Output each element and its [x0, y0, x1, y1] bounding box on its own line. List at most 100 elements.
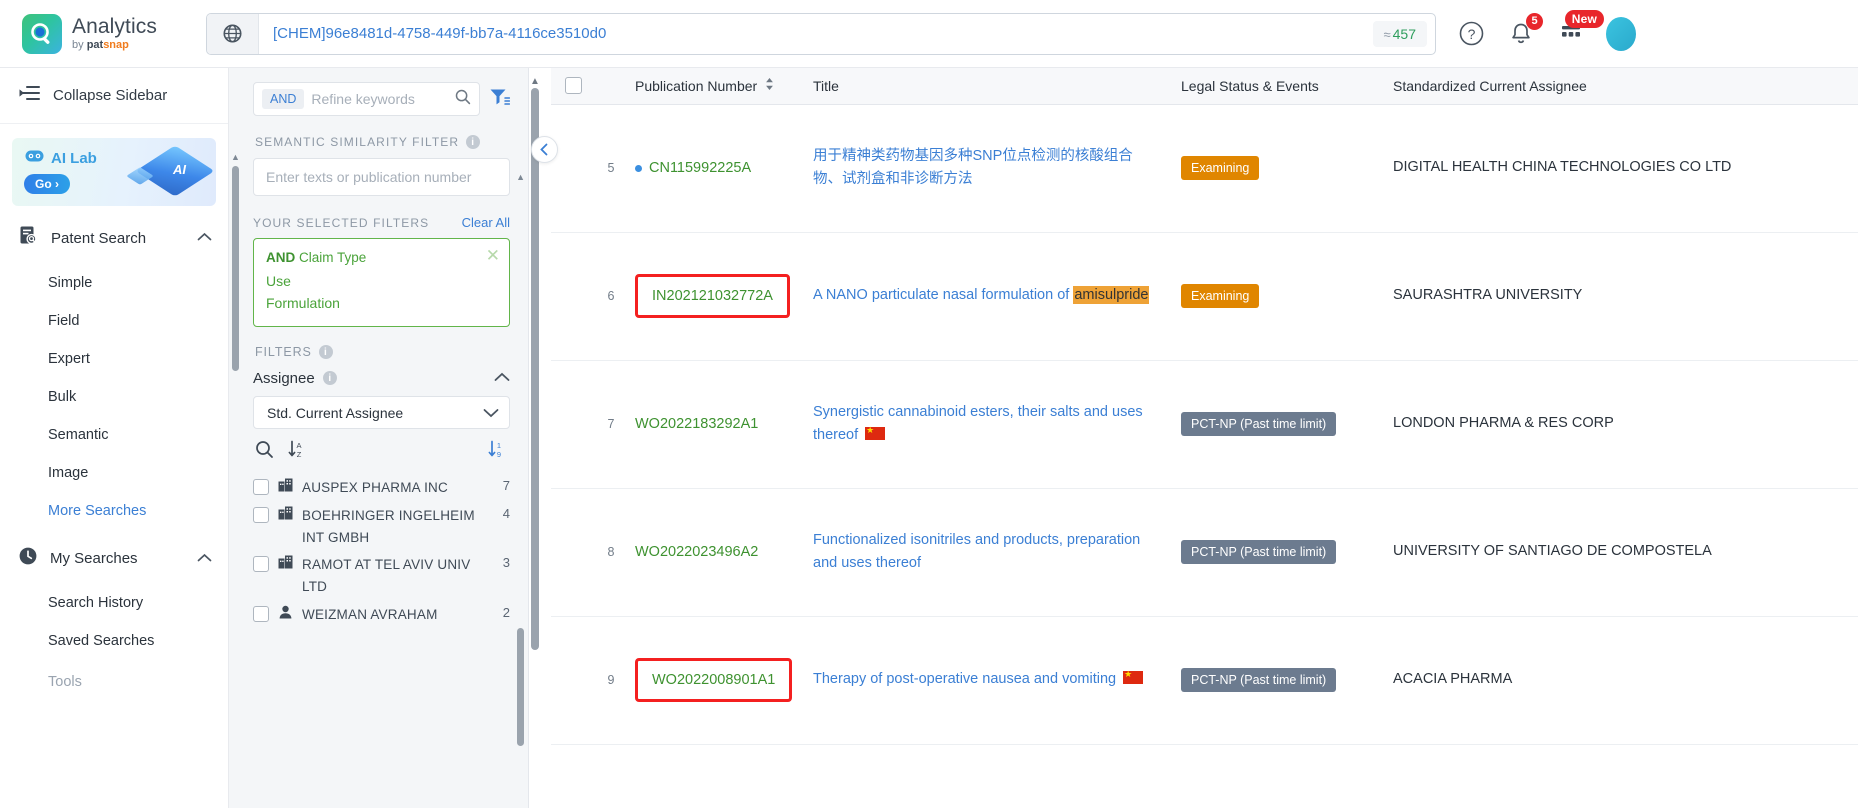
assignee-type-value: Std. Current Assignee: [267, 404, 404, 421]
clear-all-button[interactable]: Clear All: [462, 215, 510, 230]
facet-checkbox[interactable]: [253, 556, 269, 573]
info-icon[interactable]: i: [466, 135, 481, 149]
collapse-sidebar-button[interactable]: Collapse Sidebar: [0, 68, 228, 124]
title-link[interactable]: A NANO particulate nasal formulation of …: [813, 286, 1150, 305]
result-count-value: 457: [1392, 25, 1416, 42]
assignee-text: LONDON PHARMA & RES CORP: [1393, 415, 1614, 432]
row-legal-status-cell: PCT-NP (Past time limit): [1171, 488, 1383, 617]
sidebar-item-expert[interactable]: Expert: [0, 340, 228, 378]
assignee-type-select[interactable]: Std. Current Assignee: [253, 396, 510, 430]
facet-toolbar: A Z 1 9: [253, 429, 510, 474]
sidebar-item-tools-cutoff[interactable]: Tools: [0, 660, 228, 701]
facet-item[interactable]: RAMOT AT TEL AVIV UNIV LTD 3: [253, 551, 510, 601]
publication-number-link[interactable]: WO2022023496A2: [635, 544, 758, 560]
global-search-bar[interactable]: [CHEM]96e8481d-4758-449f-bb7a-4116ce3510…: [206, 12, 1436, 55]
title-link[interactable]: Therapy of post-operative nausea and vom…: [813, 668, 1144, 687]
scroll-up-arrow-icon[interactable]: ▲: [231, 152, 240, 162]
sidebar-item-image[interactable]: Image: [0, 454, 228, 492]
facet-search-icon[interactable]: [255, 440, 274, 464]
sort-toggle-icon[interactable]: [764, 77, 775, 94]
filters-panel-scroll-thumb[interactable]: [232, 166, 239, 371]
facet-checkbox[interactable]: [253, 479, 269, 496]
collapse-filters-handle[interactable]: [531, 136, 558, 163]
sidebar-group-my-searches[interactable]: My Searches: [0, 530, 228, 584]
publication-number-link[interactable]: WO2022008901A1: [652, 672, 775, 688]
facet-item[interactable]: WEIZMAN AVRAHAM 2: [253, 601, 510, 628]
sidebar-item-more-searches[interactable]: More Searches: [0, 492, 228, 530]
select-all-checkbox[interactable]: [565, 77, 582, 95]
table-scroll-thumb[interactable]: [531, 88, 539, 650]
row-title-cell: A NANO particulate nasal formulation of …: [803, 232, 1171, 361]
sidebar-item-field[interactable]: Field: [0, 302, 228, 340]
assignee-text: DIGITAL HEALTH CHINA TECHNOLOGIES CO LTD: [1393, 159, 1732, 176]
title-link[interactable]: Synergistic cannabinoid esters, their sa…: [813, 404, 1143, 443]
filters-panel-scroll-rail[interactable]: ▲: [229, 118, 242, 808]
publication-number-link[interactable]: WO2022183292A1: [635, 416, 758, 432]
table-row[interactable]: 9 WO2022008901A1 Therapy of post-operati…: [551, 616, 1858, 745]
grid-apps-icon[interactable]: New: [1556, 9, 1604, 49]
sidebar-item-saved-searches[interactable]: Saved Searches: [0, 622, 228, 660]
facet-item-count: 7: [502, 478, 510, 494]
facet-assignee-header[interactable]: Assignee i: [253, 369, 510, 387]
avatar[interactable]: [1606, 16, 1636, 51]
table-row[interactable]: 7 WO2022183292A1 Synergistic cannabinoid…: [551, 360, 1858, 489]
table-row[interactable]: 8 WO2022023496A2 Functionalized isonitri…: [551, 488, 1858, 617]
semantic-similarity-input[interactable]: Enter texts or publication number: [253, 158, 510, 196]
sort-numeric-icon[interactable]: 1 9: [488, 440, 508, 464]
company-icon: [278, 555, 293, 574]
publication-number-link[interactable]: CN115992225A: [635, 160, 751, 176]
facet-assignee-title: Assignee: [253, 369, 315, 387]
row-legal-status-cell: Examining: [1171, 104, 1383, 233]
table-row[interactable]: 5 CN115992225A 用于精神类药物基因多种SNP位点检测的核酸组合物、…: [551, 104, 1858, 233]
bell-icon[interactable]: 5: [1506, 12, 1543, 49]
patent-search-icon: [18, 225, 39, 251]
facet-checkbox[interactable]: [253, 506, 269, 523]
filter-funnel-icon[interactable]: [489, 87, 511, 111]
facet-checkbox[interactable]: [253, 605, 269, 622]
facet-item[interactable]: BOEHRINGER INGELHEIM INT GMBH 4: [253, 502, 510, 552]
title-link[interactable]: Functionalized isonitriles and products,…: [813, 532, 1140, 571]
sidebar-item-search-history[interactable]: Search History: [0, 584, 228, 622]
row-assignee-cell: UNIVERSITY OF SANTIAGO DE COMPOSTELA: [1383, 488, 1858, 617]
table-scrollbar[interactable]: ▲: [529, 68, 541, 808]
facet-scroll-up-arrow-icon[interactable]: ▲: [516, 172, 525, 182]
table-row[interactable]: 6 IN202121032772A A NANO particulate nas…: [551, 232, 1858, 361]
app-logo[interactable]: Analytics by patsnap: [22, 13, 192, 54]
remove-filter-icon[interactable]: ✕: [486, 247, 500, 264]
row-title-cell: Synergistic cannabinoid esters, their sa…: [803, 360, 1171, 489]
sidebar-item-semantic[interactable]: Semantic: [0, 416, 228, 454]
svg-text:?: ?: [1467, 26, 1475, 42]
globe-icon[interactable]: [207, 13, 259, 54]
row-publication-cell: CN115992225A: [625, 104, 803, 233]
facet-item-label: WEIZMAN AVRAHAM: [302, 606, 438, 622]
table-scroll-up-arrow-icon[interactable]: ▲: [530, 76, 540, 87]
row-publication-cell: IN202121032772A: [625, 232, 803, 361]
assignee-text: ACACIA PHARMA: [1393, 671, 1513, 688]
sidebar-group-patent-search[interactable]: Patent Search: [0, 212, 228, 264]
sort-alpha-icon[interactable]: A Z: [288, 440, 308, 464]
title-link[interactable]: 用于精神类药物基因多种SNP位点检测的核酸组合物、试剂盒和非诊断方法: [813, 148, 1133, 187]
row-publication-cell: WO2022023496A2: [625, 488, 803, 617]
row-checkbox-cell: [551, 488, 597, 617]
search-input[interactable]: [CHEM]96e8481d-4758-449f-bb7a-4116ce3510…: [259, 25, 1373, 42]
logo-by: by: [72, 38, 84, 51]
search-icon[interactable]: [455, 89, 471, 110]
title-text: A NANO particulate nasal formulation of: [813, 287, 1074, 304]
ai-lab-go-button[interactable]: Go ›: [24, 174, 70, 194]
chevron-up-icon[interactable]: [494, 369, 510, 387]
help-circle-icon[interactable]: ?: [1456, 19, 1486, 49]
top-header: Analytics by patsnap [CHEM]96e8481d-4758…: [0, 0, 1858, 68]
highlighted-term: amisulpride: [1073, 286, 1150, 305]
sidebar-item-bulk[interactable]: Bulk: [0, 378, 228, 416]
info-icon[interactable]: i: [322, 371, 337, 386]
facet-item[interactable]: AUSPEX PHARMA INC 7: [253, 474, 510, 501]
ai-lab-banner[interactable]: AI Lab Go › AI: [12, 138, 216, 206]
refine-keywords-input[interactable]: AND Refine keywords: [253, 82, 480, 116]
row-checkbox-cell: [551, 104, 597, 233]
info-icon[interactable]: i: [318, 345, 333, 360]
refine-operator-chip[interactable]: AND: [262, 89, 305, 109]
sidebar-item-simple[interactable]: Simple: [0, 264, 228, 302]
publication-number-link[interactable]: IN202121032772A: [652, 288, 773, 304]
th-publication-number[interactable]: Publication Number: [625, 68, 803, 105]
facet-list-scroll-thumb[interactable]: [517, 628, 524, 746]
